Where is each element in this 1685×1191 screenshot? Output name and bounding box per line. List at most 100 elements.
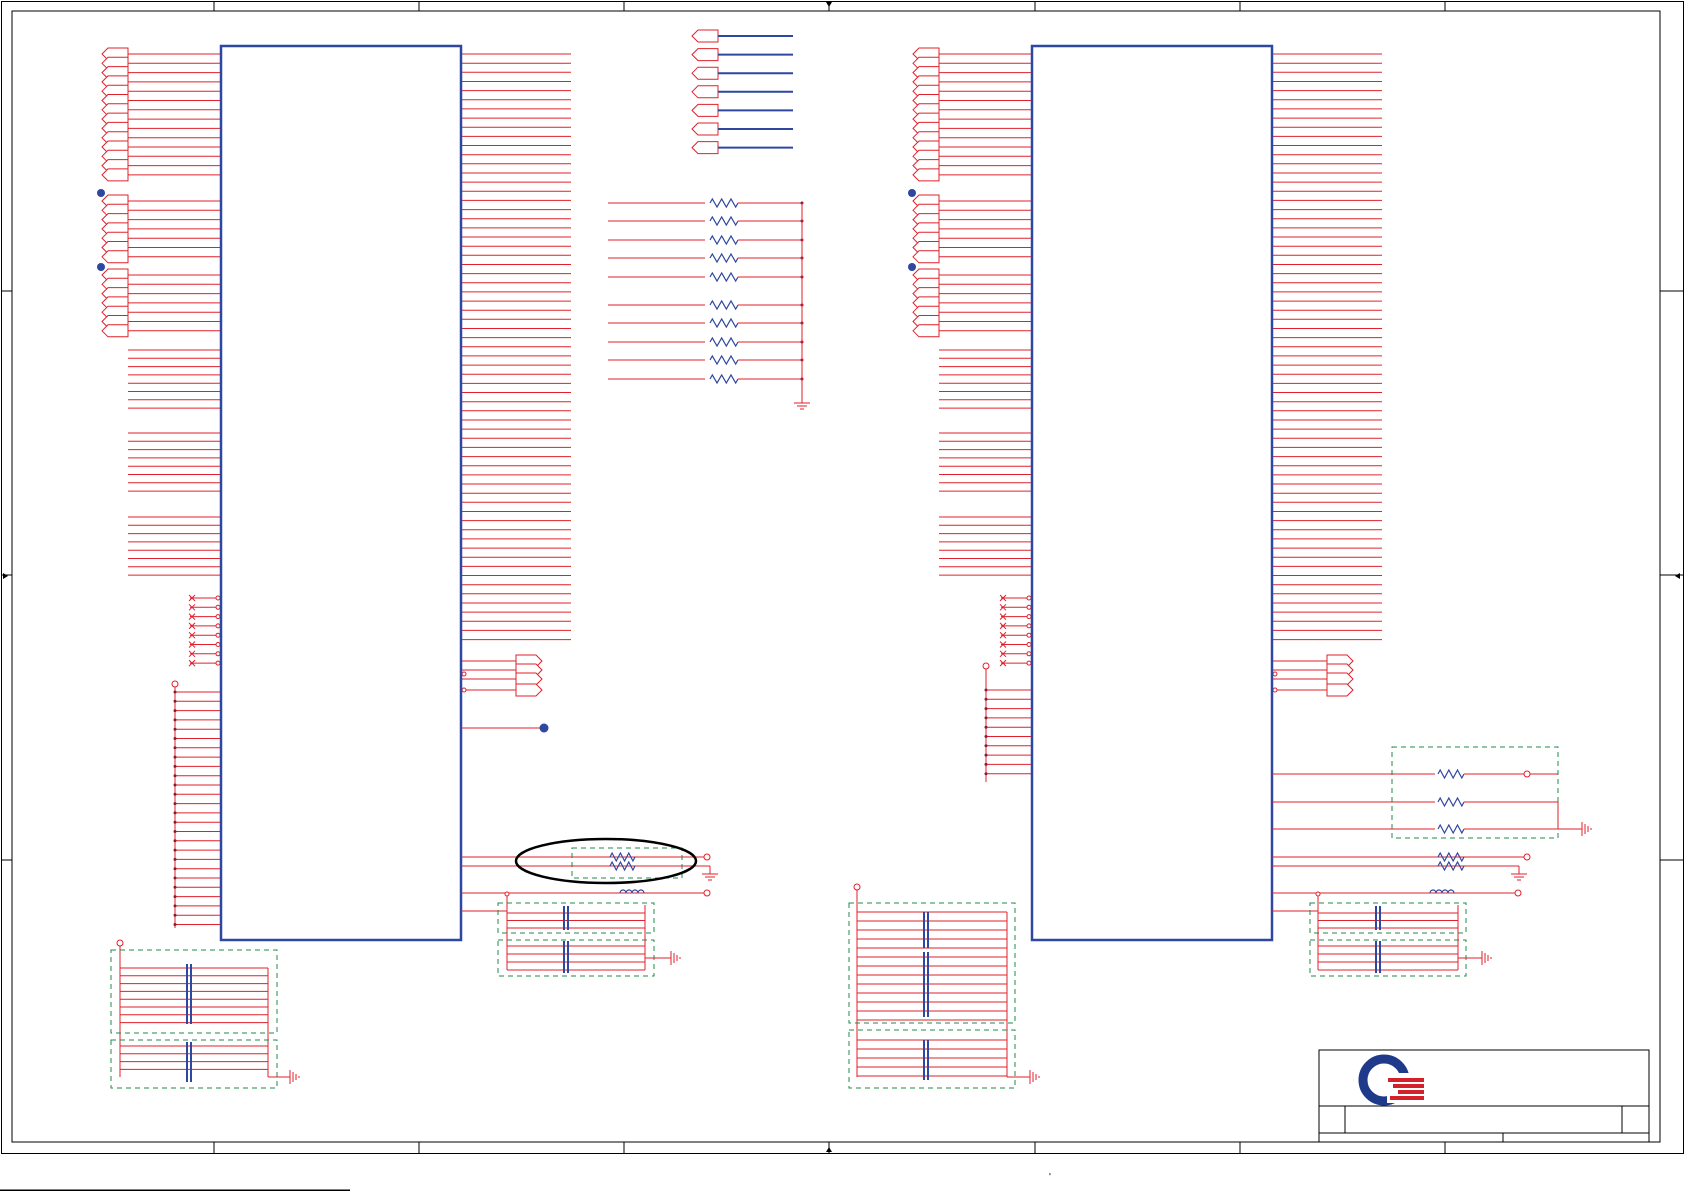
ground-symbol-icon	[1024, 1070, 1040, 1084]
pin-ring	[215, 660, 221, 666]
ground-symbol-icon	[794, 395, 810, 410]
schematic-sheet	[0, 1, 1684, 1191]
bus-ring	[853, 883, 861, 891]
bus-tap	[984, 735, 988, 738]
pin-ring	[703, 853, 711, 861]
ground-symbol-icon	[1476, 951, 1492, 965]
off-page-connector-icon	[912, 324, 940, 338]
component-group-box	[848, 1029, 1016, 1089]
bus-tap	[173, 783, 177, 787]
off-page-connector-icon	[1326, 672, 1354, 686]
memory-ic-body	[219, 44, 463, 942]
pin-ring	[215, 614, 221, 620]
junction-dot	[908, 189, 916, 197]
off-page-connector-icon	[691, 122, 719, 136]
footer-area: '	[0, 1172, 1685, 1191]
bus-tap	[173, 746, 177, 750]
pin-ring	[461, 671, 467, 677]
pin-ring	[1026, 632, 1032, 638]
resistor-symbol-icon	[709, 373, 739, 385]
company-logo-icon	[1358, 1054, 1425, 1106]
component-group-box	[571, 847, 683, 879]
pin-ring	[703, 889, 711, 897]
bus-ring	[116, 939, 124, 947]
component-group-box	[497, 939, 655, 977]
bus-tap	[173, 913, 177, 917]
off-page-connector-icon	[691, 141, 719, 155]
junction-dot	[97, 263, 105, 271]
bus-tap	[984, 707, 988, 711]
junction-dot	[908, 263, 916, 271]
resistor-symbol-icon	[1437, 860, 1465, 872]
pin-ring	[1523, 770, 1531, 778]
bus-tap	[173, 839, 177, 843]
pin-ring	[1026, 595, 1032, 601]
off-page-connector-icon	[101, 250, 129, 264]
bus-tap	[173, 848, 177, 852]
pin-ring	[1026, 651, 1032, 657]
bus-tap	[984, 772, 988, 776]
pin-ring	[215, 651, 221, 657]
junction-dot	[97, 189, 105, 197]
bus-tap	[173, 802, 177, 806]
resistor-symbol-icon	[609, 851, 636, 863]
off-page-connector-icon	[691, 66, 719, 80]
resistor-symbol-icon	[709, 234, 739, 246]
bus-tap	[173, 774, 177, 778]
bus-tap	[173, 811, 177, 815]
junction-dot	[539, 723, 549, 733]
off-page-connector-icon	[691, 85, 719, 99]
pin-ring	[215, 632, 221, 638]
bus-tap	[173, 792, 177, 796]
bus-tap	[984, 744, 988, 748]
bus-tap	[173, 820, 177, 824]
bus-tap	[984, 697, 988, 701]
bus-ring	[1315, 891, 1321, 897]
pin-ring	[215, 595, 221, 601]
pin-ring	[1026, 642, 1032, 647]
left-memory-section	[97, 44, 718, 1089]
component-group-box	[1309, 939, 1467, 977]
center-arrow-top	[826, 2, 832, 7]
memory-ic-body	[1030, 44, 1274, 942]
bus-tap	[173, 885, 177, 889]
pin-ring	[1514, 889, 1522, 897]
right-memory-section	[848, 44, 1592, 1089]
ground-symbol-icon	[1511, 866, 1527, 881]
component-group-box	[110, 1039, 278, 1089]
bus-tap	[173, 895, 177, 899]
bus-tap	[984, 688, 988, 692]
bus-tap	[173, 718, 177, 722]
pin-ring	[1026, 660, 1032, 666]
resistor-symbol-icon	[1437, 768, 1465, 780]
pin-ring	[1026, 604, 1032, 610]
resistor-symbol-icon	[1437, 823, 1465, 835]
footer-mark: '	[1049, 1172, 1051, 1183]
off-page-connector-icon	[912, 250, 940, 264]
component-group-box	[1391, 746, 1559, 839]
bus-tap	[173, 857, 177, 861]
resistor-symbol-icon	[1437, 851, 1465, 863]
bus-tap	[173, 737, 177, 740]
bus-tap	[173, 755, 177, 759]
resistor-symbol-icon	[709, 354, 739, 366]
bus-ring	[171, 680, 179, 688]
ground-symbol-icon	[665, 951, 681, 965]
bus-tap	[173, 876, 177, 880]
pin-ring	[1026, 614, 1032, 620]
bus-tap	[173, 727, 177, 731]
bus-ring	[504, 891, 510, 897]
resistor-symbol-icon	[709, 317, 739, 329]
ground-symbol-icon	[1576, 822, 1592, 836]
off-page-connector-icon	[515, 672, 543, 686]
resistor-symbol-icon	[709, 197, 739, 209]
highlight-ellipse	[514, 837, 698, 885]
capacitor-symbol-icon	[563, 906, 569, 930]
pin-ring	[1272, 687, 1278, 693]
center-arrow-right	[1675, 573, 1680, 579]
pin-ring	[1272, 671, 1278, 677]
pin-ring	[215, 623, 221, 629]
bus-tap	[984, 725, 988, 729]
resistor-symbol-icon	[709, 215, 739, 227]
capacitor-symbol-icon	[923, 1040, 929, 1080]
